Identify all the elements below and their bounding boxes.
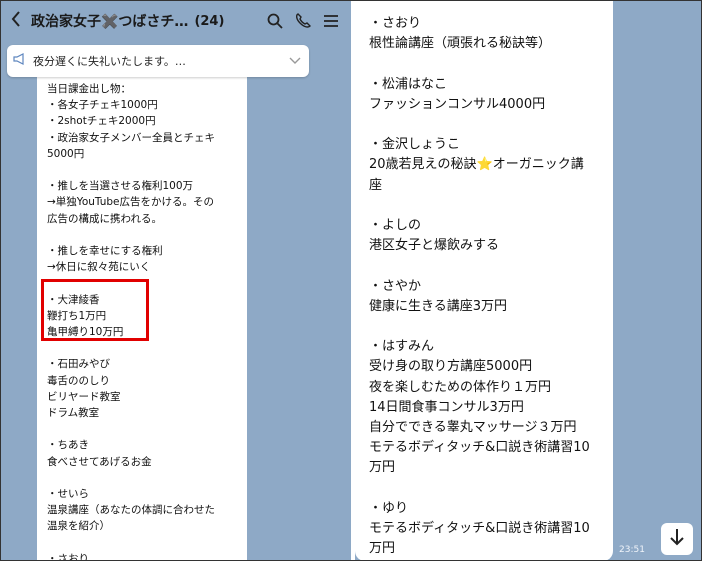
message-line: ・松浦はなこ <box>369 76 448 92</box>
message-line: ・さやか <box>369 278 422 294</box>
message-timestamp: 23:51 <box>619 545 645 555</box>
message-line: ・はすみん <box>369 339 435 355</box>
message-line: ・各女子チェキ1000円 <box>47 99 158 112</box>
message-line: モテるボディタッチ&口説き術講習10 <box>369 440 590 456</box>
message-line: 健康に生きる講座3万円 <box>369 298 508 314</box>
message-line: 毒舌ののしり <box>47 374 110 387</box>
message-line: 食べさせてあげるお金 <box>47 455 152 468</box>
message-line: 14日間食事コンサル3万円 <box>369 399 524 415</box>
message-line: 根性論講座（頑張れる秘訣等） <box>369 36 552 52</box>
message-line: →休日に叙々苑にいく <box>47 261 151 274</box>
scroll-down-button[interactable] <box>661 523 693 555</box>
message-line: 自分でできる睾丸マッサージ３万円 <box>369 420 577 435</box>
message-line: ・政治家女子メンバー全員とチェキ <box>47 131 215 144</box>
chevron-left-icon[interactable] <box>1 10 31 32</box>
message-line: モテるボディタッチ&口説き術講習10 <box>369 521 590 536</box>
message-line: ファッションコンサル4000円 <box>369 96 546 112</box>
message-line: ・石田みやび <box>47 358 110 371</box>
message-line: 万円 <box>369 541 396 557</box>
member-count: (24) <box>194 13 225 29</box>
message-line: 温泉を紹介） <box>47 520 110 533</box>
megaphone-icon <box>7 53 33 69</box>
announcement-text: 夜分遅くに失礼いたします。… <box>33 55 186 68</box>
message-line: 夜を楽しむための体作り１万円 <box>369 379 552 395</box>
message-line: ・2shotチェキ2000円 <box>47 115 156 128</box>
message-line: 亀甲縛り10万円 <box>47 326 124 338</box>
menu-icon[interactable] <box>323 13 339 29</box>
message-line: 受け身の取り方講座5000円 <box>369 359 533 375</box>
message-line: →単独YouTube広告をかける。その <box>47 196 214 209</box>
message-line: ・さおり <box>47 552 89 560</box>
message-line: 温泉講座（あなたの体調に合わせた <box>47 504 215 517</box>
message-line: 広告の構成に携われる。 <box>47 212 162 225</box>
message-bubble-right: ・さおり根性論講座（頑張れる秘訣等） ・松浦はなこファッションコンサル4000円・… <box>355 1 613 560</box>
message-line: 座 <box>369 177 383 193</box>
message-line: ・せいら <box>47 488 89 500</box>
message-line: ・ゆり <box>369 500 409 516</box>
message-line: 万円 <box>369 460 396 476</box>
left-chat-panel: 政治家女子✖️つばさチ… (24) 当日課金出し物： ・各女子チェキ1000円 ・2… <box>1 1 351 560</box>
right-chat-panel: ・さおり根性論講座（頑張れる秘訣等） ・松浦はなこファッションコンサル4000円・… <box>355 1 701 560</box>
message-line: 5000円 <box>47 147 85 160</box>
message-line: 当日課金出し物： <box>47 83 131 95</box>
chat-title: 政治家女子✖️つばさチ… <box>31 14 189 30</box>
message-bubble-left: 当日課金出し物： ・各女子チェキ1000円 ・2shotチェキ2000円・政治家女子… <box>37 63 247 560</box>
message-line: ・ちあき <box>47 439 89 452</box>
chat-header: 政治家女子✖️つばさチ… (24) <box>1 1 351 41</box>
message-line: ドラム教室 <box>47 407 100 419</box>
announcement-bar[interactable]: 夜分遅くに失礼いたします。… <box>7 45 309 77</box>
chevron-down-icon[interactable] <box>289 55 309 68</box>
screenshot-frame: 政治家女子✖️つばさチ… (24) 当日課金出し物： ・各女子チェキ1000円 ・2… <box>0 0 702 561</box>
message-line: ・さおり <box>369 16 422 31</box>
message-line: ・大津綾香 <box>47 293 100 306</box>
message-line: ビリヤード教室 <box>47 390 121 403</box>
message-line: 20歳若見えの秘訣⭐オーガニック講 <box>369 157 584 173</box>
message-line: 鞭打ち1万円 <box>47 309 107 322</box>
message-line: ・推しを当選させる権利100万 <box>47 180 194 193</box>
message-line: 港区女子と爆飲みする <box>369 238 500 254</box>
arrow-down-icon <box>669 528 685 550</box>
header-actions <box>267 13 351 29</box>
search-icon[interactable] <box>267 13 283 29</box>
message-line: 脱毛5000円 <box>369 557 441 560</box>
message-line: ・よしの <box>369 218 422 233</box>
message-line: ・金沢しょうこ <box>369 137 461 153</box>
phone-icon[interactable] <box>295 13 311 29</box>
message-line: ・推しを幸せにする権利 <box>47 245 163 257</box>
